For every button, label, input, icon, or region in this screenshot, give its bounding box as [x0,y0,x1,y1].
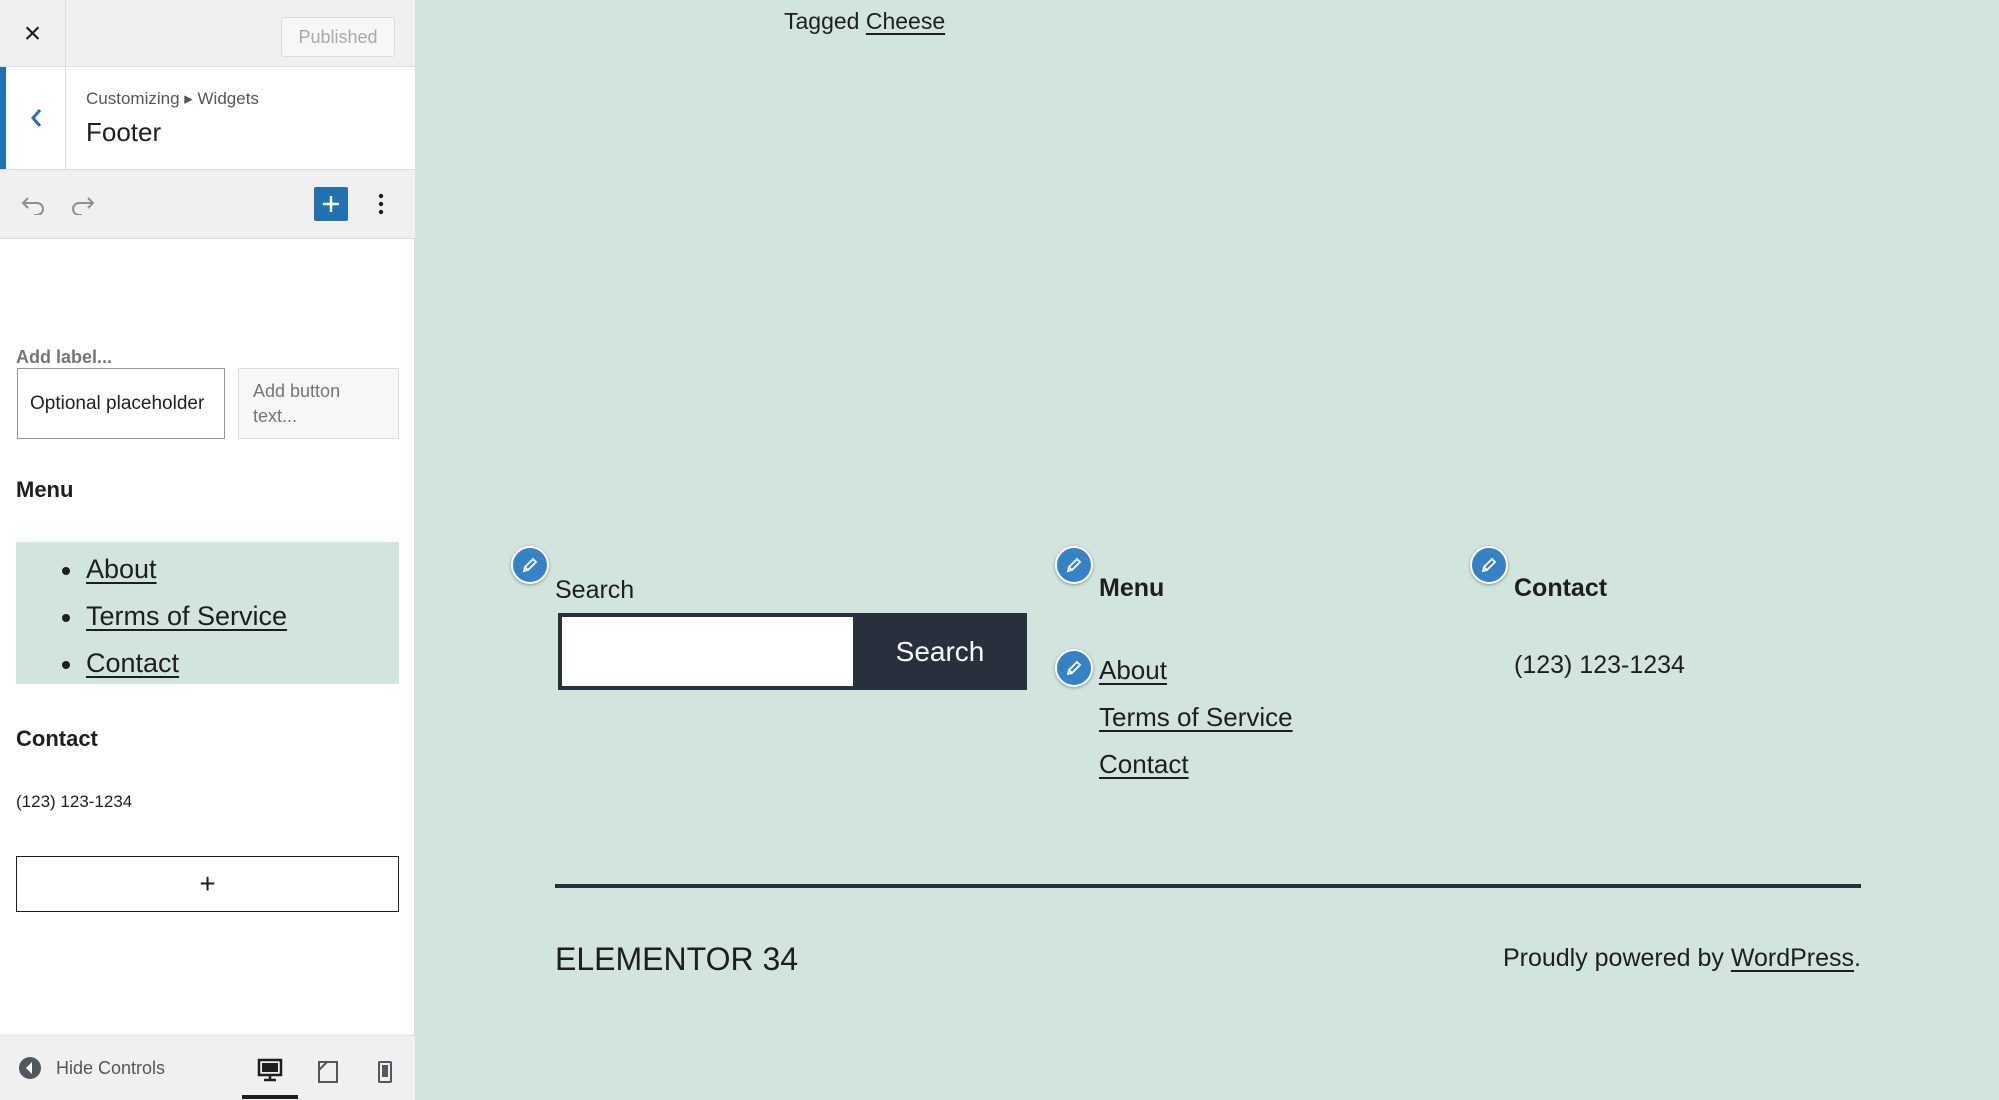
plus-icon [323,196,339,212]
menu-widget-title[interactable]: Menu [16,477,73,503]
search-placeholder-field[interactable]: Optional placeholder [17,368,225,439]
pencil-icon [1481,557,1497,573]
preview-desktop-button[interactable] [242,1044,298,1099]
contact-phone: (123) 123-1234 [1514,651,1685,679]
preview-tablet-button[interactable] [300,1044,356,1099]
menu-link-contact[interactable]: Contact [86,648,179,678]
tablet-icon [318,1060,338,1083]
list-item: Terms of Service [62,593,399,640]
search-button[interactable]: Search [853,613,1027,690]
published-button[interactable]: Published [281,17,395,57]
chevron-left-icon [30,109,41,127]
list-item: Contact [62,640,399,687]
hide-controls-button[interactable]: Hide Controls [18,1056,165,1080]
customizer-sidebar: × Published Customizing ▸ Widgets Footer… [0,0,415,1100]
list-item: About [1099,650,1293,697]
contact-widget-title[interactable]: Contact [16,726,98,752]
list-item: Contact [1099,744,1293,791]
back-button[interactable] [0,67,66,169]
contact-widget-heading: Contact [1514,574,1608,602]
powered-by: Proudly powered by WordPress. [1503,944,1861,973]
block-toolbar [0,170,415,239]
tagged-prefix: Tagged [784,8,860,34]
search-label-placeholder[interactable]: Add label... [16,347,112,368]
footer-link-contact[interactable]: Contact [1099,749,1189,779]
menu-widget-heading: Menu [1099,574,1165,602]
add-block-button[interactable] [314,187,348,221]
hide-controls-label: Hide Controls [56,1057,166,1078]
mobile-icon [378,1060,392,1083]
list-item: Terms of Service [1099,697,1293,744]
edit-navigation-button[interactable] [1055,649,1093,687]
menu-link-terms[interactable]: Terms of Service [86,601,287,631]
redo-icon[interactable] [68,190,98,220]
menu-link-about[interactable]: About [86,554,157,584]
page-title: Footer [86,117,162,147]
search-button-text-field[interactable]: Add button text... [238,368,399,439]
breadcrumb: Customizing ▸ Widgets [86,89,259,108]
customizer-footer: Hide Controls [0,1035,415,1100]
more-options-icon[interactable] [368,187,394,221]
edit-contact-widget-button[interactable] [1470,546,1508,584]
customizer-header: × Published [0,0,415,67]
contact-phone[interactable]: (123) 123-1234 [16,792,132,812]
widget-editor: Add label... Optional placeholder Add bu… [0,240,415,1035]
footer-link-terms[interactable]: Terms of Service [1099,702,1293,732]
collapse-icon [19,1057,41,1079]
post-tags: Tagged Cheese [784,8,945,35]
edit-search-widget-button[interactable] [511,546,549,584]
list-item: About [62,546,399,593]
pencil-icon [1066,660,1082,676]
panel-title-section: Customizing ▸ Widgets Footer [0,67,415,170]
search-input[interactable] [558,613,853,690]
undo-icon[interactable] [18,190,48,220]
preview-mobile-button[interactable] [357,1044,413,1099]
powered-by-prefix: Proudly powered by [1502,944,1724,972]
close-button[interactable]: × [0,0,66,67]
footer-link-about[interactable]: About [1099,655,1167,685]
tag-link[interactable]: Cheese [866,8,945,34]
wordpress-link[interactable]: WordPress [1731,944,1854,972]
desktop-icon [257,1058,283,1081]
close-icon: × [23,16,42,50]
pencil-icon [1066,557,1082,573]
site-title[interactable]: ELEMENTOR 34 [555,941,798,978]
footer-menu: About Terms of Service Contact [1099,650,1293,791]
footer-divider [555,884,1861,888]
search-widget-label: Search [555,576,635,604]
site-preview: Tagged Cheese Search Search Menu About T… [416,0,1999,1100]
menu-widget-block[interactable]: About Terms of Service Contact [16,542,399,684]
powered-by-suffix: . [1854,944,1861,972]
add-block-appender-button[interactable]: + [16,856,399,912]
edit-menu-widget-button[interactable] [1055,546,1093,584]
pencil-icon [522,557,538,573]
